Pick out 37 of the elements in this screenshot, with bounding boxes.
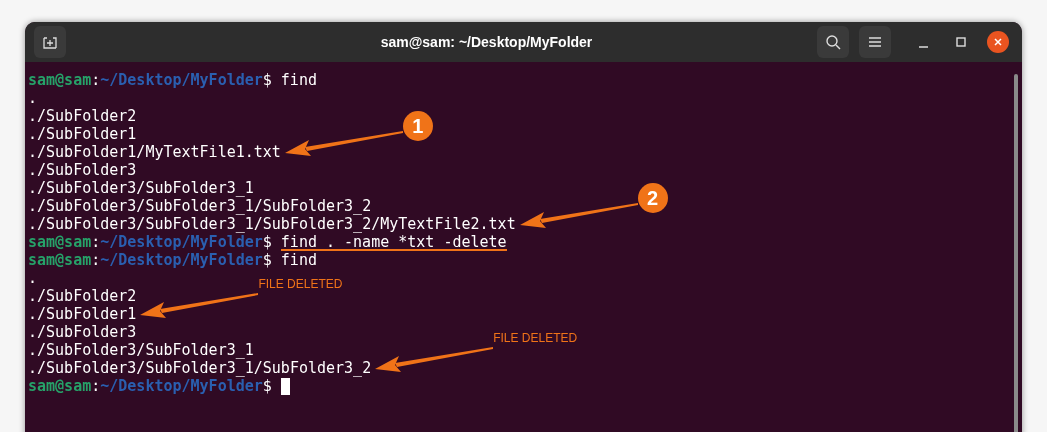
prompt: sam@sam:~/Desktop/MyFolder$ xyxy=(28,377,272,395)
close-button[interactable] xyxy=(987,31,1009,53)
new-tab-icon xyxy=(42,34,58,50)
output-line: ./SubFolder3/SubFolder3_1 xyxy=(28,341,254,359)
annotation-label: FILE DELETED xyxy=(493,331,578,345)
prompt: sam@sam:~/Desktop/MyFolder$ xyxy=(28,71,272,89)
window-title: sam@sam: ~/Desktop/MyFolder xyxy=(380,32,593,52)
command-text: find xyxy=(280,71,317,89)
output-line: ./SubFolder1/MyTextFile1.txt xyxy=(28,143,281,161)
output-line: ./SubFolder3/SubFolder3_1/SubFolder3_2 xyxy=(28,197,372,215)
output-line: ./SubFolder2 xyxy=(28,107,137,125)
output-line: ./SubFolder1 xyxy=(28,125,137,143)
callout-badge: 1 xyxy=(402,111,433,141)
output-line: . xyxy=(28,269,38,287)
command-text: find xyxy=(280,251,317,269)
output-line: . xyxy=(28,89,38,107)
command-text: find . -name *txt -delete xyxy=(280,233,507,251)
output-line: ./SubFolder2 xyxy=(28,287,137,305)
output-line: ./SubFolder3/SubFolder3_1/SubFolder3_2 xyxy=(28,359,372,377)
menu-button[interactable] xyxy=(859,26,891,58)
new-tab-button[interactable] xyxy=(34,26,66,58)
output-line: ./SubFolder3/SubFolder3_1 xyxy=(28,179,254,197)
menu-icon xyxy=(868,36,882,48)
minimize-icon xyxy=(918,46,928,48)
callout-badge: 2 xyxy=(637,183,668,213)
close-icon xyxy=(993,37,1003,47)
output-line: ./SubFolder1 xyxy=(28,305,137,323)
prompt: sam@sam:~/Desktop/MyFolder$ xyxy=(28,233,272,251)
output-line: ./SubFolder3/SubFolder3_1/SubFolder3_2/MyTextFile2.txt xyxy=(28,215,516,233)
output-line: ./SubFolder3 xyxy=(28,161,137,179)
maximize-icon xyxy=(956,37,966,47)
prompt: sam@sam:~/Desktop/MyFolder$ xyxy=(28,251,272,269)
scrollbar[interactable] xyxy=(1014,74,1018,432)
search-button[interactable] xyxy=(817,26,849,58)
search-icon xyxy=(825,34,841,50)
annotation-label: FILE DELETED xyxy=(258,277,343,291)
output-line: ./SubFolder3 xyxy=(28,323,137,341)
